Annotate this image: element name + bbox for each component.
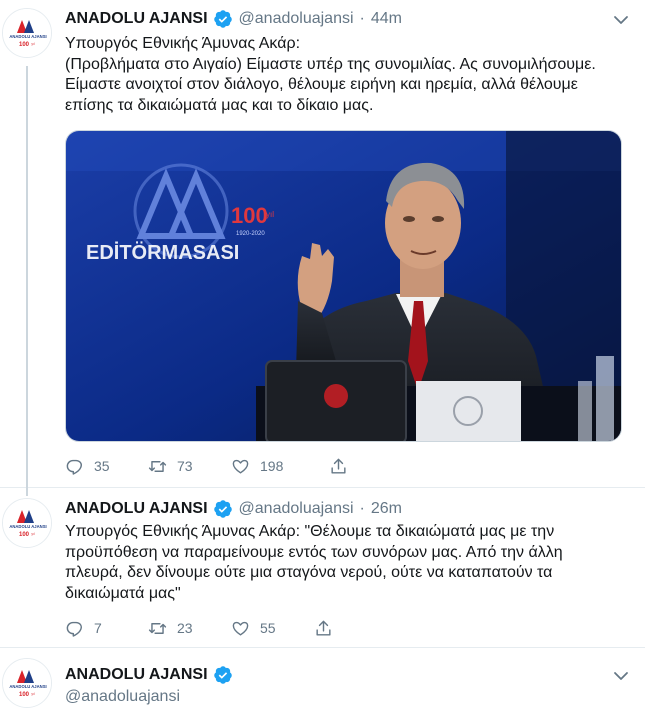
like-count: 198 <box>260 458 284 474</box>
timestamp[interactable]: 26m <box>371 500 402 518</box>
tweet-text-line: δικαιώματά μας" <box>65 584 181 602</box>
timestamp[interactable]: 44m <box>371 10 402 28</box>
svg-text:yıl: yıl <box>31 692 34 696</box>
display-name[interactable]: ANADOLU AJANSI <box>65 10 208 28</box>
tweet-header: ANADOLU AJANSI @anadoluajansi · 26m <box>65 498 402 520</box>
retweet-icon <box>148 622 167 634</box>
tweet-text-line: (Προβλήματα στο Αιγαίο) Είμαστε υπέρ της… <box>65 55 596 73</box>
reply-button[interactable]: 7 <box>65 619 148 638</box>
reply-icon <box>66 459 82 475</box>
handle[interactable]: @anadoluajansi <box>65 688 180 706</box>
reply-button[interactable]: 35 <box>65 457 148 476</box>
tweet-header: ANADOLU AJANSI @anadoluajansi · 44m <box>65 8 402 30</box>
like-icon <box>232 621 249 636</box>
account-card[interactable]: ANADOLU AJANSI 100 yıl ANADOLU AJANSI @a… <box>0 648 645 715</box>
tweet[interactable]: ANADOLU AJANSI 100 yıl ANADOLU AJANSI @a… <box>0 0 645 488</box>
tweet-text-line: επίσης τα δικαιώματά μας και το δίκαιο μ… <box>65 96 374 114</box>
tweet-text-line: Υπουργός Εθνικής Άμυνας Ακάρ: <box>65 35 301 52</box>
like-icon <box>232 459 249 474</box>
svg-text:100: 100 <box>19 42 30 48</box>
avatar[interactable]: ANADOLU AJANSI 100 yıl <box>2 658 52 708</box>
like-button[interactable]: 55 <box>231 619 314 638</box>
separator-dot: · <box>359 10 365 27</box>
tweet-text: Υπουργός Εθνικής Άμυνας Ακάρ: (Προβλήματ… <box>65 34 635 116</box>
svg-text:100: 100 <box>19 692 30 698</box>
chevron-down-icon[interactable] <box>611 666 631 686</box>
retweet-icon <box>148 460 167 472</box>
svg-text:1920-2020: 1920-2020 <box>236 231 265 237</box>
tweet-photo[interactable]: 100 yıl 1920-2020 EDİTÖRMASASI <box>65 130 622 442</box>
handle[interactable]: @anadoluajansi <box>239 10 354 28</box>
reply-icon <box>66 621 82 637</box>
svg-text:yıl: yıl <box>31 42 34 46</box>
backdrop-title: EDİTÖRMASASI <box>86 241 239 264</box>
tweet-actions: 35 73 198 <box>65 455 348 477</box>
reply-count: 35 <box>94 458 110 474</box>
tweet-text-line: προϋπόθεση να παραμείνουμε εντός των συν… <box>65 543 563 561</box>
account-header: ANADOLU AJANSI <box>65 664 233 686</box>
share-button[interactable] <box>329 457 348 476</box>
share-icon <box>331 458 346 474</box>
tweet-text-line: πλευρά, δεν δίνουμε ούτε μια σταγόνα νερ… <box>65 564 553 581</box>
retweet-count: 23 <box>177 620 193 636</box>
display-name[interactable]: ANADOLU AJANSI <box>65 666 208 684</box>
thread-line <box>26 488 28 496</box>
share-icon <box>316 620 331 636</box>
tweet-text-line: Υπουργός Εθνικής Άμυνας Ακάρ: "Θέλουμε τ… <box>65 523 555 540</box>
handle[interactable]: @anadoluajansi <box>239 500 354 518</box>
avatar[interactable]: ANADOLU AJANSI 100 yıl <box>2 498 52 548</box>
svg-text:100: 100 <box>19 532 30 538</box>
svg-text:yıl: yıl <box>31 532 34 536</box>
tweet-text: Υπουργός Εθνικής Άμυνας Ακάρ: "Θέλουμε τ… <box>65 522 635 604</box>
avatar[interactable]: ANADOLU AJANSI 100 yıl <box>2 8 52 58</box>
verified-icon <box>213 9 233 29</box>
like-count: 55 <box>260 620 276 636</box>
verified-icon <box>213 499 233 519</box>
logo-text: ANADOLU AJANSI <box>9 524 46 529</box>
thread-line <box>26 66 28 488</box>
tweet-text-line: Είμαστε ανοιχτοί στον διάλογο, θέλουμε ε… <box>65 76 578 93</box>
retweet-button[interactable]: 73 <box>148 457 231 476</box>
tweet[interactable]: ANADOLU AJANSI 100 yıl ANADOLU AJANSI @a… <box>0 488 645 648</box>
tweet-actions: 7 23 55 <box>65 617 333 639</box>
separator-dot: · <box>359 500 365 517</box>
verified-icon <box>213 665 233 685</box>
share-button[interactable] <box>314 619 333 638</box>
chevron-down-icon[interactable] <box>611 10 631 30</box>
logo-text: ANADOLU AJANSI <box>9 684 46 689</box>
logo-text: ANADOLU AJANSI <box>9 34 46 39</box>
display-name[interactable]: ANADOLU AJANSI <box>65 500 208 518</box>
svg-text:yıl: yıl <box>266 210 274 219</box>
backdrop-badge: 100 <box>231 203 268 228</box>
like-button[interactable]: 198 <box>231 457 329 476</box>
reply-count: 7 <box>94 620 102 636</box>
retweet-button[interactable]: 23 <box>148 619 231 638</box>
retweet-count: 73 <box>177 458 193 474</box>
